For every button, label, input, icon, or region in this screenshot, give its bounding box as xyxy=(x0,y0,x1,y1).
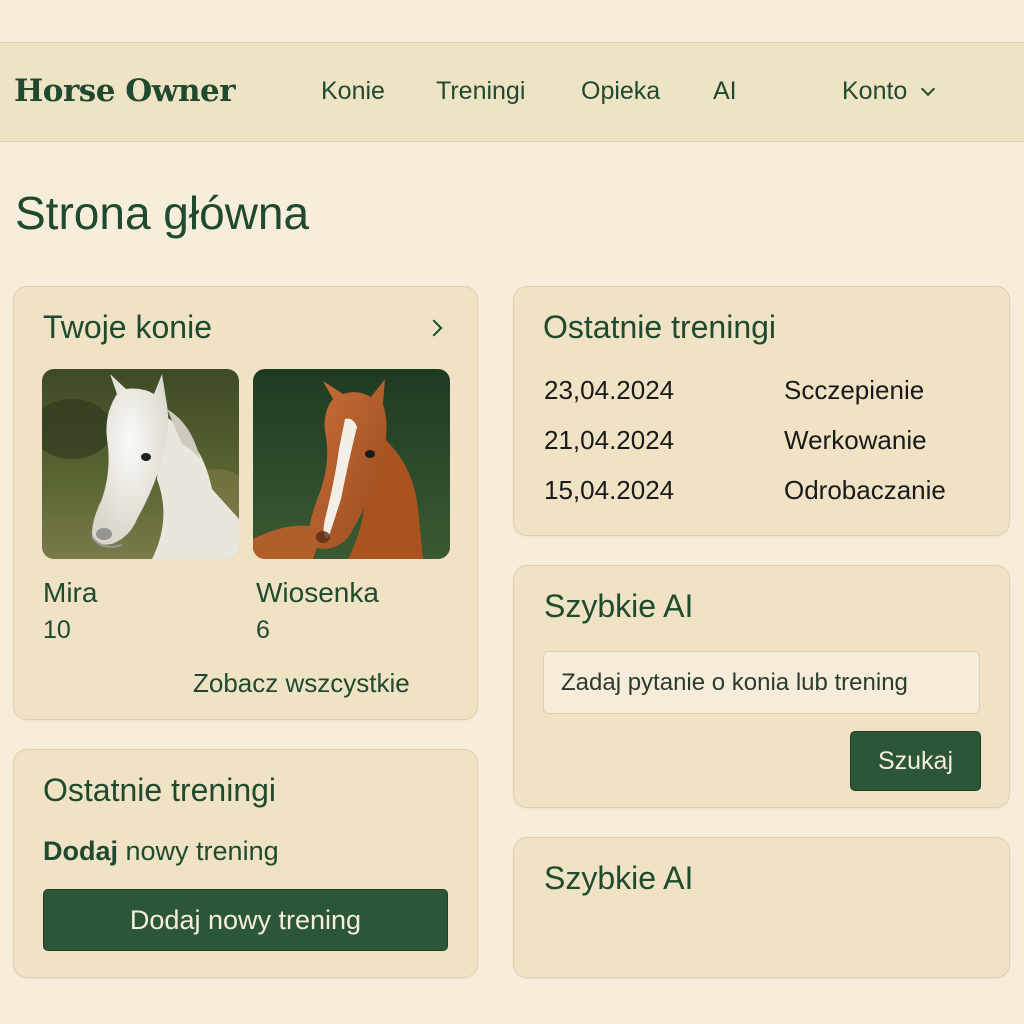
add-training-text-rest: nowy trening xyxy=(118,836,279,866)
horse-photo-wiosenka[interactable] xyxy=(253,369,450,559)
quick-ai-card-secondary xyxy=(513,837,1010,978)
horses-card-title: Twoje konie xyxy=(43,309,212,345)
horse-name-wiosenka[interactable]: Wiosenka xyxy=(256,577,379,609)
horse-name-mira[interactable]: Mira xyxy=(43,577,97,609)
horse-age-wiosenka: 6 xyxy=(256,616,270,644)
nav-item-treningi[interactable]: Treningi xyxy=(436,77,525,106)
chestnut-horse-image xyxy=(253,369,450,559)
search-button[interactable]: Szukaj xyxy=(850,731,981,791)
chevron-down-icon xyxy=(921,81,936,97)
account-label: Konto xyxy=(842,77,908,105)
add-training-card-title: Ostatnie treningi xyxy=(43,772,277,808)
horse-age-mira: 10 xyxy=(43,616,71,644)
ai-question-input[interactable] xyxy=(543,651,980,714)
quick-ai-title: Szybkie AI xyxy=(544,588,694,624)
quick-ai-secondary-title: Szybkie AI xyxy=(544,860,694,896)
app-brand[interactable]: Horse Owner xyxy=(14,73,236,109)
add-training-button[interactable]: Dodaj nowy trening xyxy=(43,889,448,951)
nav-item-opieka[interactable]: Opieka xyxy=(581,77,660,106)
training-name[interactable]: Scczepienie xyxy=(784,375,924,406)
training-name[interactable]: Odrobaczanie xyxy=(784,475,946,506)
white-horse-image xyxy=(42,369,239,559)
training-date: 15,04.2024 xyxy=(544,475,675,505)
training-date: 21,04.2024 xyxy=(544,425,675,455)
nav-item-konie[interactable]: Konie xyxy=(321,77,385,106)
nav-item-ai[interactable]: AI xyxy=(713,77,737,106)
horse-photo-mira[interactable] xyxy=(42,369,239,559)
recent-trainings-title: Ostatnie treningi xyxy=(543,309,777,345)
account-menu[interactable]: Konto xyxy=(842,77,936,106)
training-name[interactable]: Werkowanie xyxy=(784,425,927,456)
training-date: 23,04.2024 xyxy=(544,375,675,405)
add-training-text: Dodaj nowy trening xyxy=(43,836,279,867)
see-all-link[interactable]: Zobacz wszcystkie xyxy=(193,668,410,699)
add-training-text-bold: Dodaj xyxy=(43,836,119,866)
page-title: Strona główna xyxy=(15,187,310,239)
top-navbar: Horse Owner Konie Treningi Opieka AI Kon… xyxy=(0,42,1024,142)
